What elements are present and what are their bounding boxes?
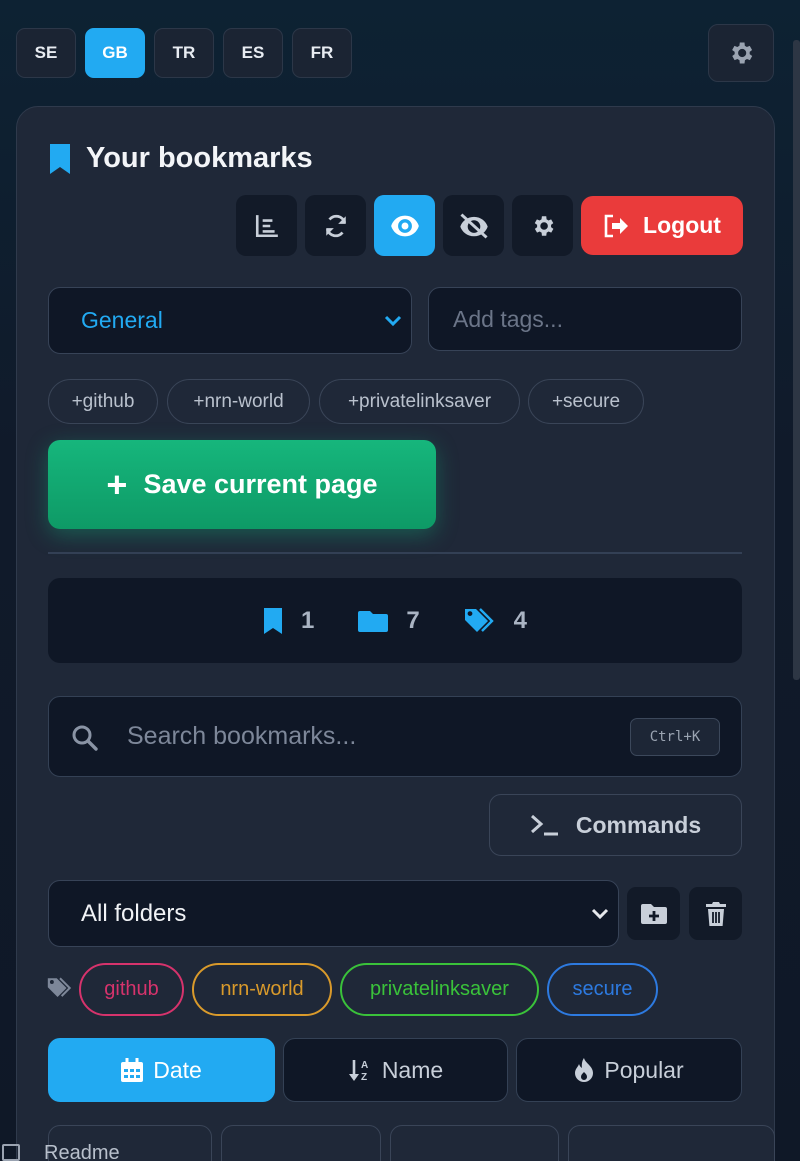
- folder-icon: [358, 610, 389, 632]
- tags-icon: [47, 977, 72, 997]
- logout-button[interactable]: Logout: [581, 196, 743, 255]
- footer-text: Readme: [44, 1142, 120, 1161]
- svg-text:A: A: [361, 1060, 368, 1071]
- page-title: Your bookmarks: [86, 142, 313, 174]
- search-shortcut-hint: Ctrl+K: [630, 718, 720, 756]
- search-icon: [72, 725, 98, 751]
- lang-button-es[interactable]: ES: [223, 28, 283, 78]
- folder-filter-select[interactable]: All folders: [48, 880, 619, 947]
- add-folder-button[interactable]: [627, 887, 680, 940]
- bookmark-card[interactable]: [568, 1125, 775, 1161]
- lang-button-se[interactable]: SE: [16, 28, 76, 78]
- sync-icon: [325, 214, 346, 237]
- sort-popular-label: Popular: [604, 1056, 684, 1083]
- sync-button[interactable]: [305, 195, 366, 256]
- stats-button[interactable]: [236, 195, 297, 256]
- chart-icon: [255, 214, 278, 237]
- search-placeholder: Search bookmarks...: [127, 722, 357, 750]
- stat-bookmarks-count: 1: [300, 606, 315, 634]
- svg-text:Z: Z: [361, 1072, 367, 1082]
- sort-name-button[interactable]: A Z Name: [283, 1038, 508, 1102]
- chevron-down-icon: [384, 315, 402, 326]
- bookmark-card[interactable]: [390, 1125, 559, 1161]
- tags-input[interactable]: Add tags...: [428, 287, 742, 351]
- stat-bookmarks: 1: [263, 607, 314, 635]
- folder-plus-icon: [640, 903, 667, 924]
- terminal-icon: [530, 814, 558, 836]
- tag-filter-github[interactable]: github: [79, 963, 184, 1016]
- chevron-down-icon: [591, 908, 609, 919]
- stat-folders: 7: [358, 606, 420, 635]
- search-input[interactable]: Search bookmarks... Ctrl+K: [48, 696, 742, 777]
- stat-folders-count: 7: [406, 606, 420, 634]
- tags-icon: [464, 607, 494, 632]
- calendar-icon: [121, 1058, 144, 1082]
- quick-tag-secure[interactable]: +secure: [528, 379, 644, 424]
- sort-date-label: Date: [153, 1056, 202, 1083]
- folder-select-value: General: [81, 307, 163, 333]
- trash-icon: [705, 901, 726, 926]
- section-divider: [48, 552, 742, 554]
- sort-alpha-icon: A Z: [348, 1060, 368, 1082]
- global-settings-button[interactable]: [708, 24, 774, 82]
- stat-tags-count: 4: [513, 606, 528, 634]
- save-current-page-button[interactable]: + Save current page: [48, 440, 436, 529]
- gear-icon: [534, 215, 553, 236]
- sort-date-button[interactable]: Date: [48, 1038, 275, 1102]
- logout-label: Logout: [643, 212, 721, 238]
- panel-header: Your bookmarks: [48, 142, 313, 175]
- bookmark-card[interactable]: [221, 1125, 381, 1161]
- eye-icon: [390, 215, 419, 236]
- stat-tags: 4: [464, 607, 527, 635]
- commands-label: Commands: [575, 811, 702, 838]
- lang-button-fr[interactable]: FR: [292, 28, 352, 78]
- quick-tag-nrn-world[interactable]: +nrn-world: [167, 379, 310, 424]
- quick-tag-privatelinksaver[interactable]: +privatelinksaver: [319, 379, 520, 424]
- sort-popular-button[interactable]: Popular: [516, 1038, 742, 1102]
- show-button[interactable]: [374, 195, 435, 256]
- bookmark-icon: [263, 607, 282, 634]
- window-icon: [2, 1144, 20, 1161]
- tag-filter-secure[interactable]: secure: [547, 963, 658, 1016]
- lang-button-tr[interactable]: TR: [154, 28, 214, 78]
- bookmark-icon: [50, 143, 70, 174]
- page-scrollbar[interactable]: [793, 40, 800, 680]
- eye-slash-icon: [459, 212, 488, 239]
- tags-input-placeholder: Add tags...: [453, 305, 563, 332]
- gear-icon: [732, 42, 753, 64]
- plus-icon: +: [106, 463, 128, 505]
- hide-button[interactable]: [443, 195, 504, 256]
- panel-settings-button[interactable]: [512, 195, 573, 256]
- quick-tag-github[interactable]: +github: [48, 379, 158, 424]
- folder-select[interactable]: General: [48, 287, 412, 354]
- folder-filter-value: All folders: [81, 899, 187, 927]
- save-label: Save current page: [143, 469, 378, 499]
- lang-button-gb[interactable]: GB: [85, 28, 145, 78]
- commands-button[interactable]: Commands: [489, 794, 742, 856]
- tag-filter-privatelinksaver[interactable]: privatelinksaver: [340, 963, 539, 1016]
- sort-name-label: Name: [381, 1056, 444, 1083]
- tag-filter-nrn-world[interactable]: nrn-world: [192, 963, 332, 1016]
- sign-out-icon: [604, 214, 629, 237]
- delete-folder-button[interactable]: [689, 887, 742, 940]
- stats-bar: 1 7 4: [48, 578, 742, 663]
- fire-icon: [575, 1058, 594, 1082]
